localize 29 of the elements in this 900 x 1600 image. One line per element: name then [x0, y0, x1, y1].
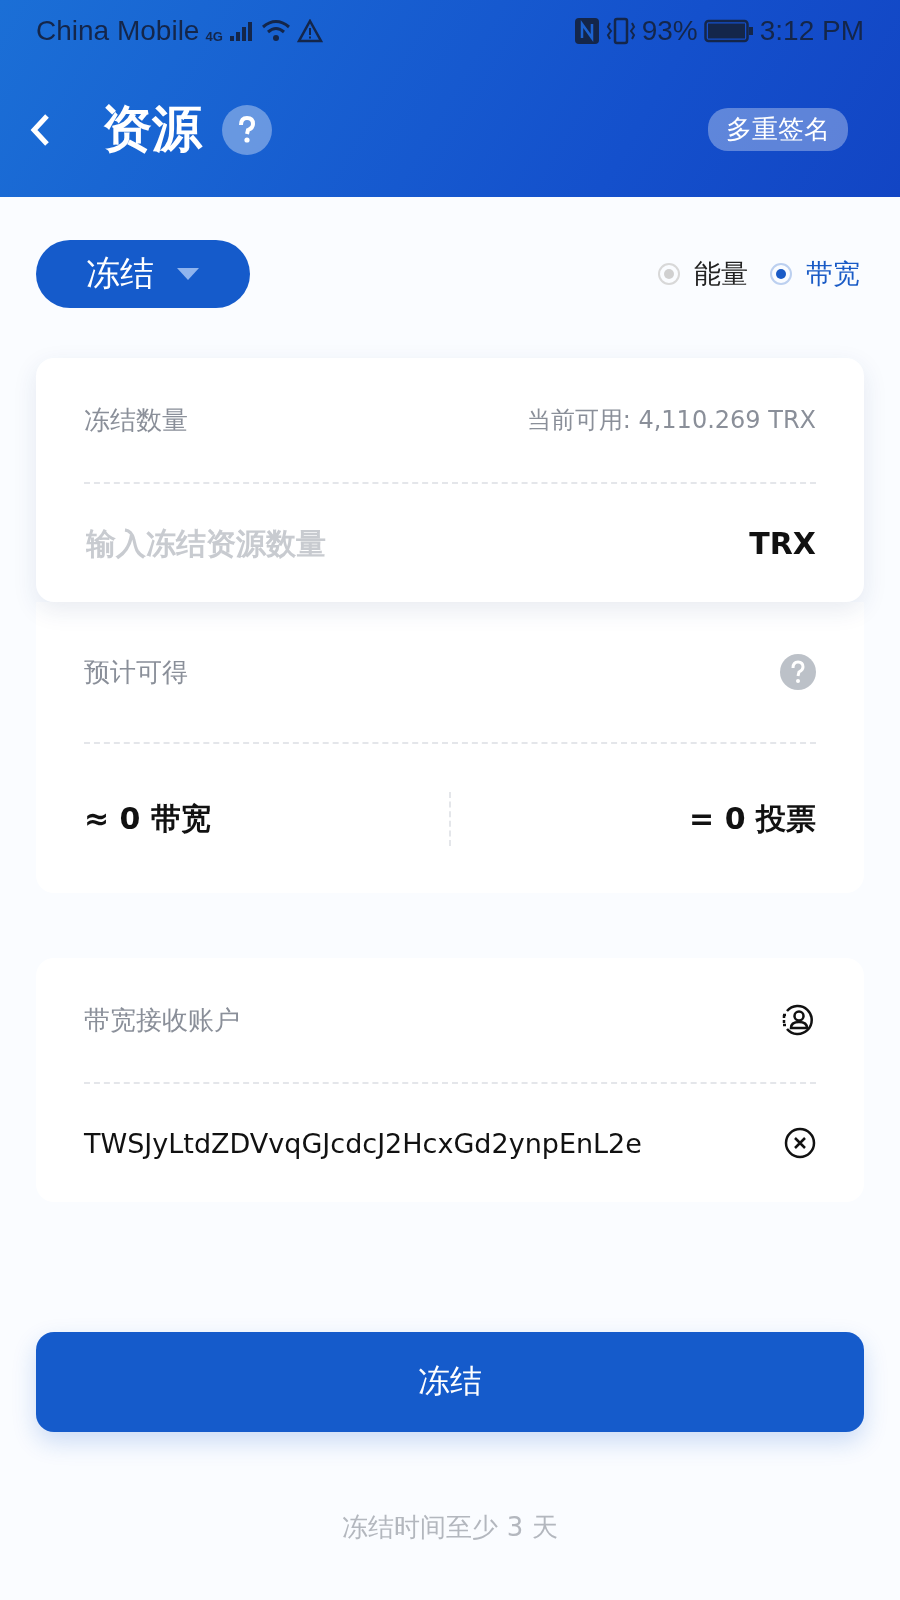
- page-title: 资源: [102, 99, 202, 160]
- amount-label: 冻结数量: [84, 403, 188, 437]
- receiver-address: TWSJyLtdZDVvqGJcdcJ2HcxGd2ynpEnL2e: [84, 1127, 642, 1159]
- wifi-icon: [260, 19, 291, 43]
- vibrate-icon: [605, 17, 636, 45]
- network-type: 4G: [205, 29, 223, 44]
- freeze-button[interactable]: 冻结: [36, 1332, 864, 1432]
- bandwidth-estimate: ≈ 0 带宽: [84, 799, 211, 838]
- multisig-button[interactable]: 多重签名: [708, 108, 848, 151]
- available-balance: 当前可用: 4,110.269 TRX: [526, 405, 816, 436]
- caret-icon: [176, 267, 200, 281]
- unit-label: TRX: [749, 525, 816, 561]
- resource-radio[interactable]: 带宽: [770, 256, 860, 292]
- clear-icon[interactable]: [784, 1127, 816, 1159]
- contact-icon[interactable]: [780, 1002, 816, 1038]
- carrier-name: China Mobile: [36, 15, 200, 47]
- battery-percent: 93%: [641, 15, 698, 47]
- freeze-note: 冻结时间至少 3 天: [341, 1511, 559, 1544]
- clock: 3:12 PM: [759, 15, 864, 47]
- nfc-icon: [573, 17, 600, 45]
- resource-radio[interactable]: 能量: [658, 256, 748, 292]
- mode-dropdown[interactable]: 冻结: [36, 240, 250, 308]
- warning-icon: [296, 19, 323, 43]
- estimate-label: 预计可得: [84, 655, 188, 689]
- battery-icon: [703, 19, 754, 43]
- receiver-label: 带宽接收账户: [84, 1003, 240, 1037]
- help-icon[interactable]: [222, 104, 272, 155]
- votes-estimate: = 0 投票: [689, 799, 816, 838]
- signal-icon: [228, 20, 255, 42]
